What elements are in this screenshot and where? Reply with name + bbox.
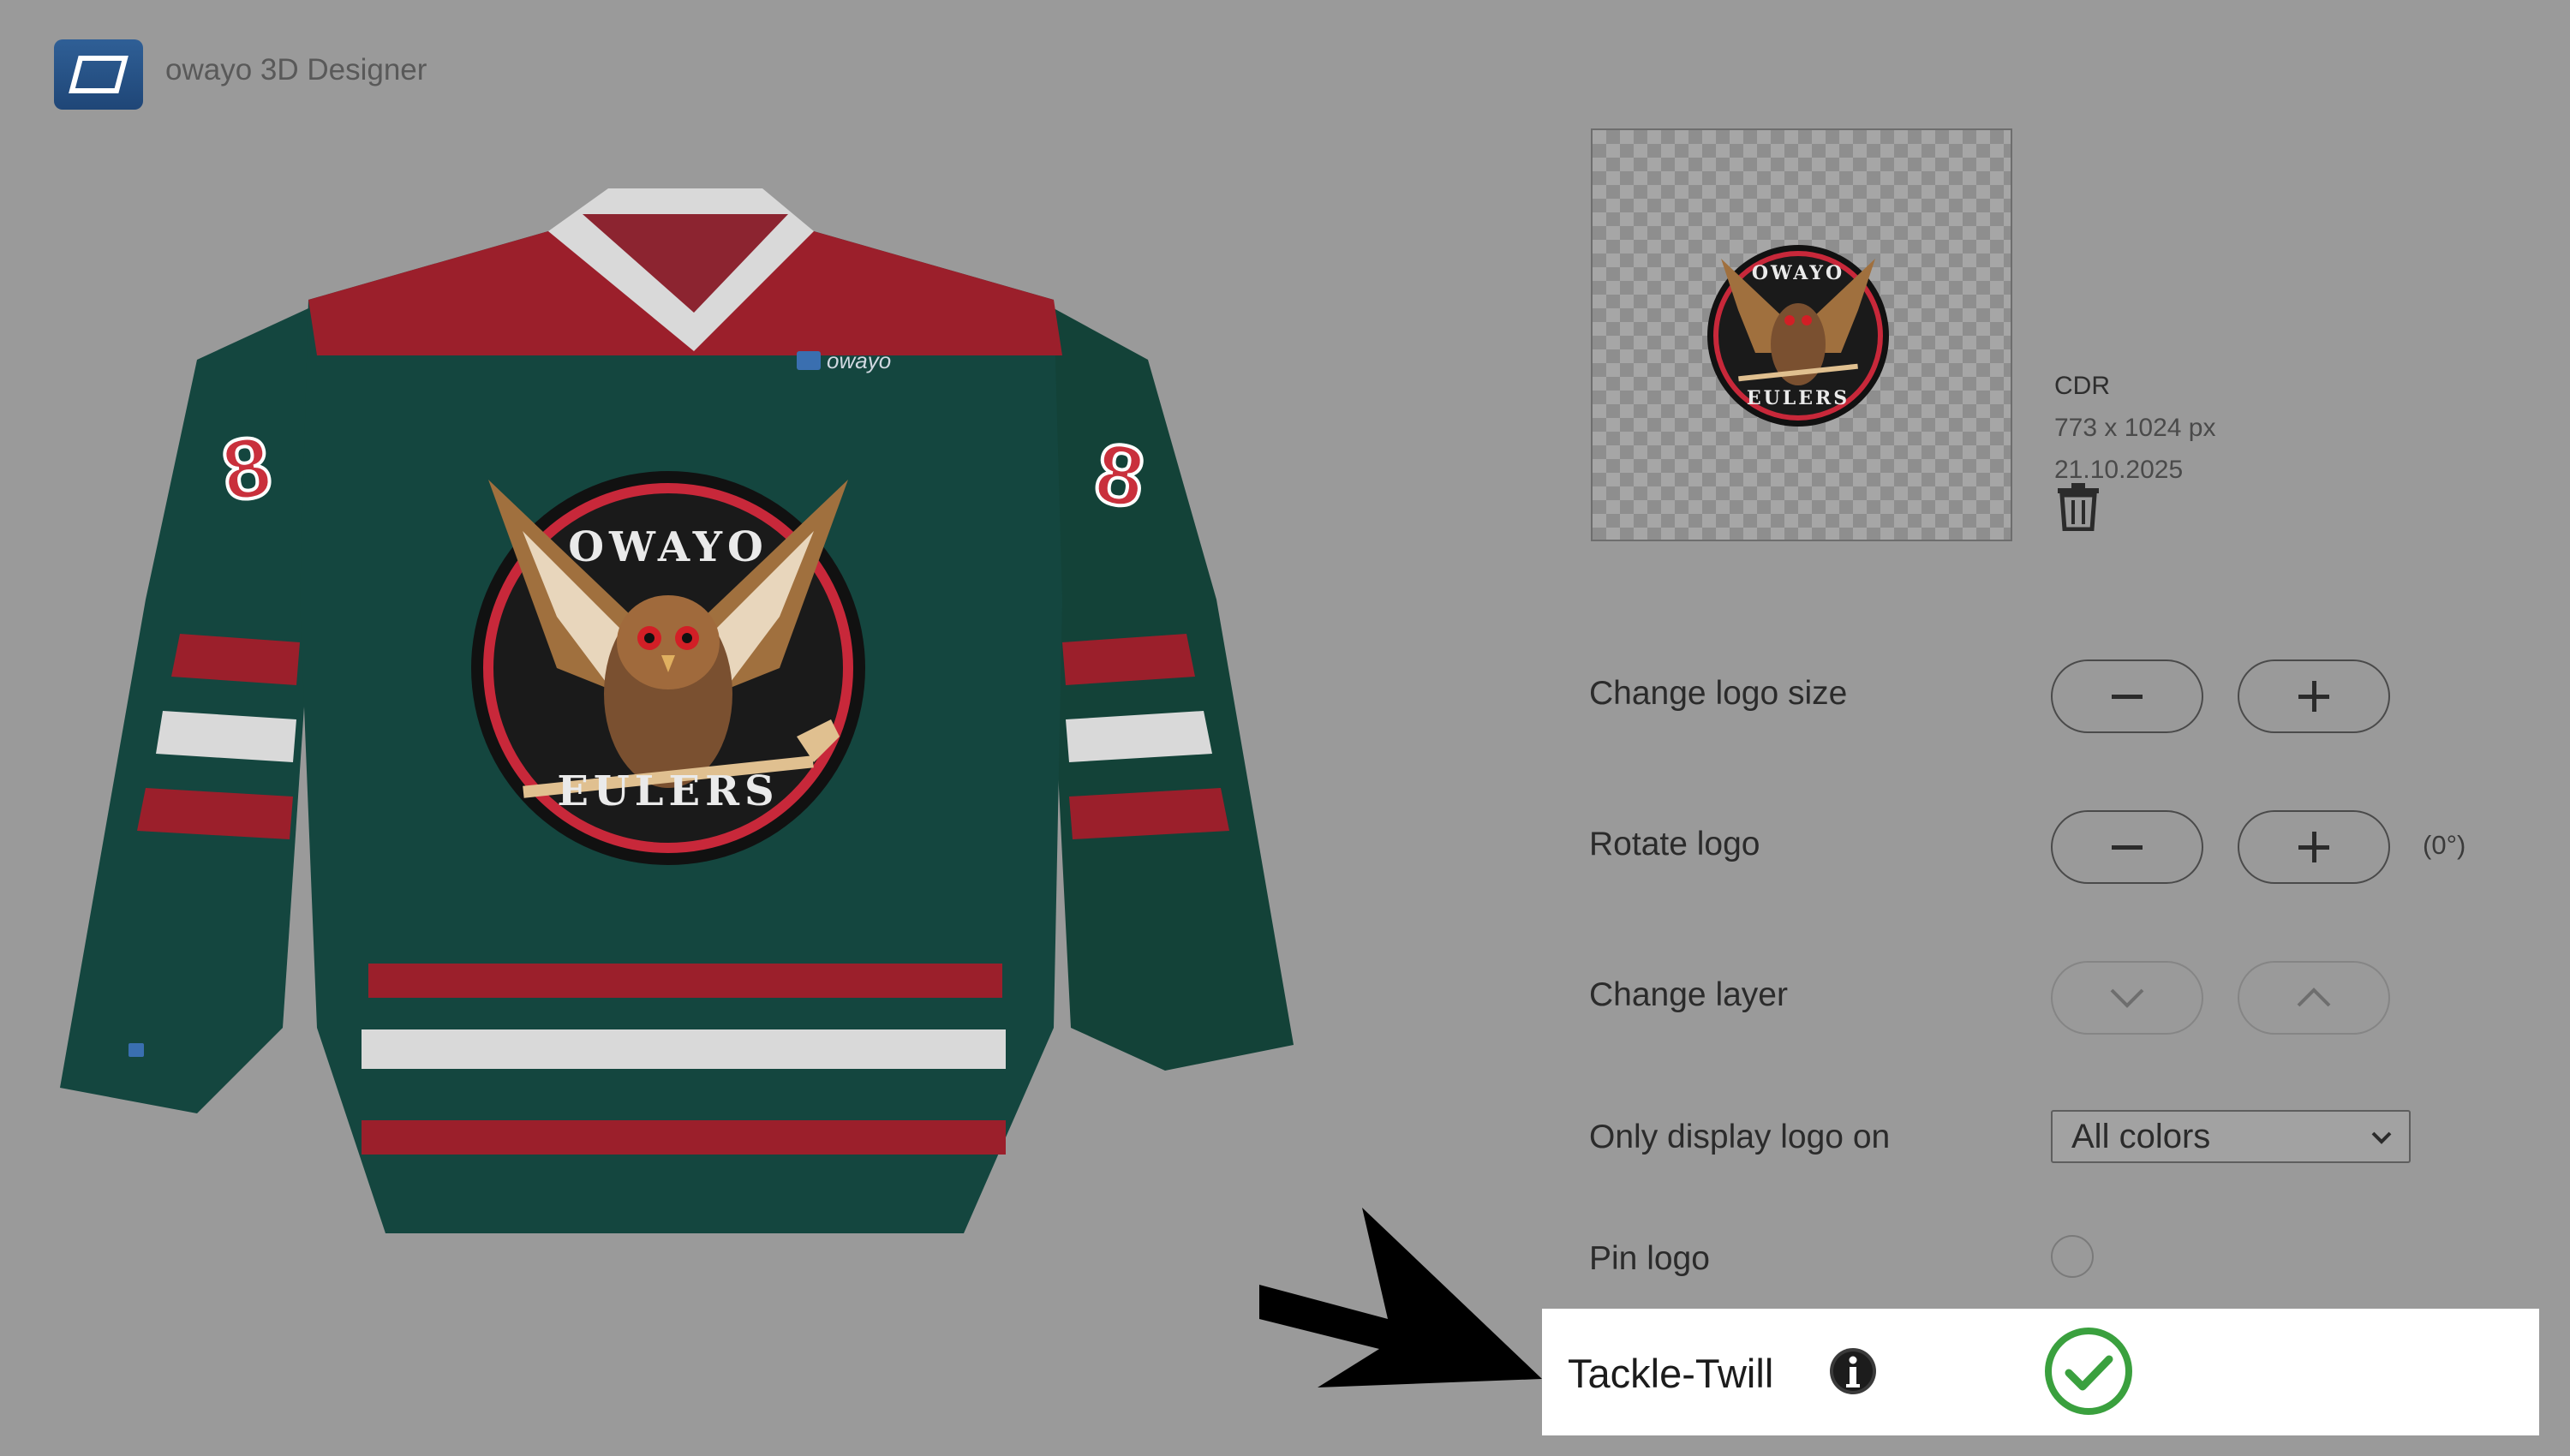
- minus-icon: [2112, 845, 2143, 850]
- app-title: owayo 3D Designer: [165, 53, 427, 87]
- brand-text: owayo: [827, 348, 891, 373]
- chevron-down-icon: [2371, 1131, 2392, 1144]
- pin-logo-radio[interactable]: [2051, 1235, 2094, 1278]
- change-layer-label: Change layer: [1589, 976, 1788, 1013]
- crest-logo[interactable]: OWAYO EULERS: [471, 471, 865, 865]
- display-color-select[interactable]: All colors: [2051, 1110, 2411, 1163]
- app-logo[interactable]: [54, 39, 143, 110]
- pointer-arrow-icon: [1259, 1208, 1542, 1387]
- layer-down-button[interactable]: [2051, 961, 2203, 1035]
- layer-up-button[interactable]: [2238, 961, 2390, 1035]
- info-icon[interactable]: [1828, 1346, 1878, 1396]
- pin-logo-label: Pin logo: [1589, 1240, 1710, 1277]
- chevron-up-icon: [2297, 988, 2331, 1007]
- logo-thumbnail: OWAYO EULERS: [1707, 245, 1889, 427]
- chevron-down-icon: [2110, 988, 2144, 1008]
- tackle-twill-label: Tackle-Twill: [1568, 1351, 1774, 1396]
- crest-top-text: OWAYO: [568, 523, 768, 571]
- sleeve-brand-icon: [128, 1043, 144, 1057]
- crest-bottom-text: EULERS: [557, 767, 779, 815]
- display-on-label: Only display logo on: [1589, 1119, 1891, 1155]
- checkmark-circle-icon[interactable]: [2043, 1326, 2134, 1417]
- minus-icon: [2112, 695, 2143, 699]
- display-color-value: All colors: [2071, 1117, 2211, 1155]
- owayo-logo-icon: [69, 56, 128, 93]
- plus-icon: [2298, 681, 2329, 712]
- rotation-value: (0°): [2423, 830, 2466, 860]
- rotate-decrease-button[interactable]: [2051, 810, 2203, 884]
- logo-size-increase-button[interactable]: [2238, 659, 2390, 733]
- tackle-twill-row: Tackle-Twill: [1542, 1309, 2539, 1435]
- brand-badge-icon: [797, 351, 821, 370]
- change-logo-size-label: Change logo size: [1589, 675, 1848, 712]
- file-info: CDR 773 x 1024 px 21.10.2025: [2054, 365, 2215, 491]
- plus-icon: [2298, 832, 2329, 862]
- trash-icon[interactable]: [2056, 483, 2101, 531]
- file-format: CDR: [2054, 372, 2110, 400]
- thumbnail-bottom-text: EULERS: [1747, 387, 1850, 409]
- thumbnail-top-text: OWAYO: [1752, 262, 1844, 284]
- logo-size-decrease-button[interactable]: [2051, 659, 2203, 733]
- logo-preview: OWAYO EULERS: [1591, 128, 2012, 541]
- rotate-logo-label: Rotate logo: [1589, 826, 1760, 862]
- rotate-increase-button[interactable]: [2238, 810, 2390, 884]
- file-dimensions: 773 x 1024 px: [2054, 414, 2216, 442]
- jersey-preview[interactable]: 8 8 owayo OWAYO EULERS: [43, 171, 1328, 1285]
